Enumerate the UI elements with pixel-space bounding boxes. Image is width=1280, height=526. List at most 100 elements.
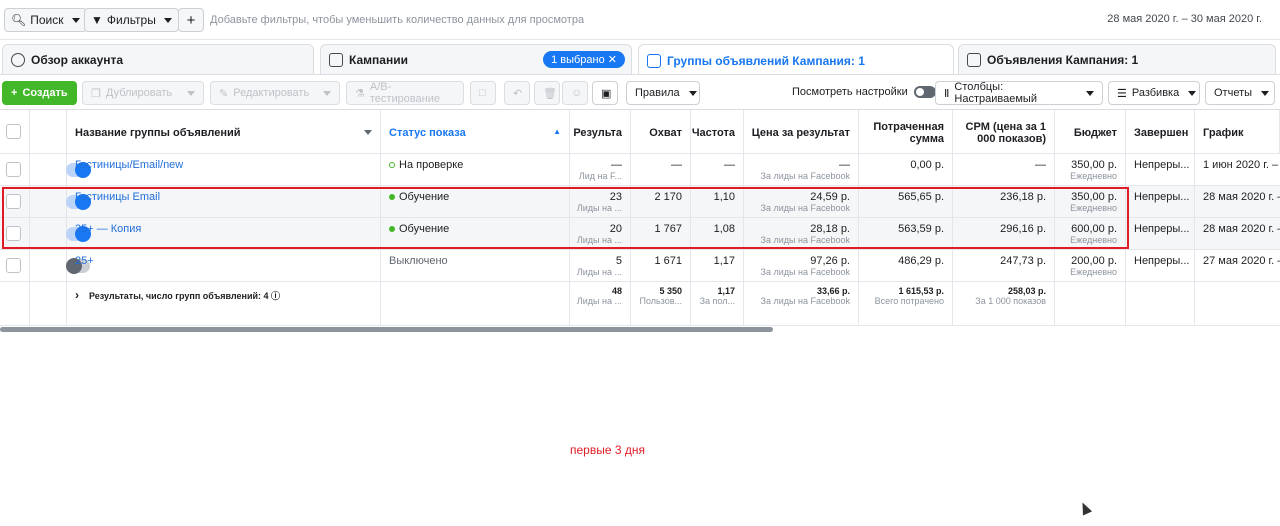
col-ends[interactable]: Завершен — [1126, 110, 1195, 153]
budget-cell[interactable]: 350,00 р. Ежедневно — [1055, 154, 1126, 185]
row-checkbox[interactable] — [6, 162, 21, 177]
spent-cell: 0,00 р. — [859, 154, 953, 185]
status-cell: На проверке — [381, 154, 570, 185]
undo-icon: ↶ — [513, 87, 523, 100]
table-row[interactable]: Гостиницы/Email/new На проверке — Лид на F.… — [0, 154, 1280, 186]
create-button[interactable]: + Создать — [2, 81, 77, 105]
date-range-picker[interactable]: 28 мая 2020 г. – 30 мая 2020 г. — [1107, 13, 1262, 25]
totals-label[interactable]: › Результаты, число групп объявлений: 4 ⓘ — [67, 282, 381, 325]
tab-label: Объявления Кампания: 1 — [987, 52, 1139, 67]
search-button[interactable]: 🔍︎ Поиск — [4, 8, 87, 32]
filter-hint: Добавьте фильтры, чтобы уменьшить количе… — [210, 14, 585, 26]
ad-set-name-link[interactable]: 25+ — [67, 250, 381, 281]
total-spent: 1 615,53 р. Всего потрачено — [859, 282, 953, 325]
reports-button[interactable]: Отчеты — [1205, 81, 1275, 105]
view-settings-toggle[interactable] — [913, 86, 936, 98]
tab-label: Обзор аккаунта — [31, 52, 124, 67]
ad-set-name-link[interactable]: Гостиницы/Email/new — [67, 154, 381, 185]
tab-campaigns[interactable]: Кампании 1 выбрано ✕ — [320, 44, 632, 74]
duplicate-label: Дублировать — [105, 87, 173, 99]
cost-cell: — За лиды на Facebook — [744, 154, 859, 185]
info-icon: ⓘ — [271, 291, 281, 301]
chevron-down-icon — [71, 17, 80, 23]
col-status[interactable]: Статус показа ▲ — [381, 110, 570, 153]
ends-cell: Непреры... — [1126, 218, 1195, 249]
chevron-down-icon — [1261, 90, 1270, 96]
col-budget[interactable]: Бюджет — [1055, 110, 1126, 153]
undo-button[interactable]: ↶ — [504, 81, 530, 105]
col-spent[interactable]: Потраченная сумма — [859, 110, 953, 153]
table-header: Название группы объявлений Статус показа… — [0, 110, 1280, 154]
cpm-cell: 247,73 р. — [953, 250, 1055, 281]
people-icon: ☺ — [571, 87, 583, 99]
ends-cell: Непреры... — [1126, 154, 1195, 185]
view-settings[interactable]: Посмотреть настройки — [792, 86, 936, 98]
audience-button[interactable]: ☺ — [562, 81, 588, 105]
delete-button[interactable]: 🗑︎ — [534, 81, 560, 105]
action-toolbar: + Создать ❐ Дублировать ✎ Редактировать … — [0, 74, 1280, 110]
columns-label: Столбцы: Настраиваемый — [954, 81, 1037, 105]
grid-icon — [647, 53, 661, 68]
col-reach[interactable]: Охват — [631, 110, 691, 153]
annotation-note: первые 3 дня — [570, 443, 645, 457]
chevron-down-icon — [187, 90, 195, 96]
table-row[interactable]: 25+ Выключено 5 Лиды на ... 1 671 1,17 97,26 р… — [0, 250, 1280, 282]
reach-cell: 1 671 — [631, 250, 691, 281]
columns-icon: Ⅱ — [944, 87, 950, 100]
chevron-down-icon — [688, 90, 697, 96]
select-all-checkbox[interactable] — [6, 124, 21, 139]
horizontal-scrollbar[interactable] — [0, 327, 773, 332]
filter-bar: 🔍︎ Поиск ▼ Фильтры + Добавьте фильтры, ч… — [0, 0, 1280, 40]
chevron-down-icon — [323, 90, 331, 96]
edit-button[interactable]: ✎ Редактировать — [210, 81, 340, 105]
flask-icon: ⚗ — [355, 87, 365, 100]
reports-label: Отчеты — [1214, 87, 1253, 99]
search-icon: 🔍︎ — [11, 13, 27, 27]
results-cell: 5 Лиды на ... — [570, 250, 631, 281]
results-cell: — Лид на F... — [570, 154, 631, 185]
rules-button[interactable]: Правила — [626, 81, 700, 105]
tab-account-overview[interactable]: Обзор аккаунта — [2, 44, 314, 74]
col-results[interactable]: Результа — [570, 110, 631, 153]
chevron-right-icon[interactable]: › — [75, 288, 79, 302]
row-checkbox[interactable] — [6, 258, 21, 273]
tab-ads[interactable]: Объявления Кампания: 1 — [958, 44, 1276, 74]
highlight-box — [2, 187, 1129, 249]
col-schedule[interactable]: График — [1195, 110, 1280, 153]
status-cell: Выключено — [381, 250, 570, 281]
filters-label: Фильтры — [106, 13, 156, 27]
col-frequency[interactable]: Частота — [691, 110, 744, 153]
tab-label: Группы объявлений Кампания: 1 — [667, 53, 865, 68]
duplicate-icon: ❐ — [91, 87, 101, 100]
ab-test-button[interactable]: ⚗ A/B-тестирование — [346, 81, 464, 105]
schedule-cell: 1 июн 2020 г. – П — [1203, 159, 1280, 171]
overview-icon — [11, 52, 25, 67]
selected-badge[interactable]: 1 выбрано ✕ — [543, 51, 625, 68]
col-cost-per-result[interactable]: Цена за результат — [744, 110, 859, 153]
ends-cell: Непреры... — [1126, 186, 1195, 217]
add-filter-button[interactable]: + — [178, 8, 204, 32]
preview-button[interactable]: ▣ — [592, 81, 618, 105]
chevron-down-icon — [1086, 90, 1094, 96]
ends-cell: Непреры... — [1126, 250, 1195, 281]
filters-button[interactable]: ▼ Фильтры — [84, 8, 179, 32]
columns-button[interactable]: Ⅱ Столбцы: Настраиваемый — [935, 81, 1103, 105]
total-cpm: 258,03 р. За 1 000 показов — [953, 282, 1055, 325]
total-reach: 5 350 Пользов... — [631, 282, 691, 325]
duplicate-button[interactable]: ❐ Дублировать — [82, 81, 204, 105]
schedule-cell: 28 мая 2020 г. – П — [1203, 191, 1280, 203]
status-dot-icon — [389, 162, 395, 168]
col-cpm[interactable]: CPM (цена за 1 000 показов) — [953, 110, 1055, 153]
archive-icon: □ — [479, 87, 486, 99]
archive-button[interactable]: □ — [470, 81, 496, 105]
budget-cell[interactable]: 200,00 р. Ежедневно — [1055, 250, 1126, 281]
preview-icon: ▣ — [601, 87, 612, 100]
col-name[interactable]: Название группы объявлений — [67, 110, 381, 153]
tab-ad-sets[interactable]: Группы объявлений Кампания: 1 — [638, 44, 954, 76]
plus-icon: + — [186, 11, 196, 29]
breakdown-button[interactable]: ☰ Разбивка — [1108, 81, 1200, 105]
folder-icon — [329, 52, 343, 67]
spent-cell: 486,29 р. — [859, 250, 953, 281]
create-label: Создать — [22, 87, 68, 99]
frequency-cell: — — [691, 154, 744, 185]
